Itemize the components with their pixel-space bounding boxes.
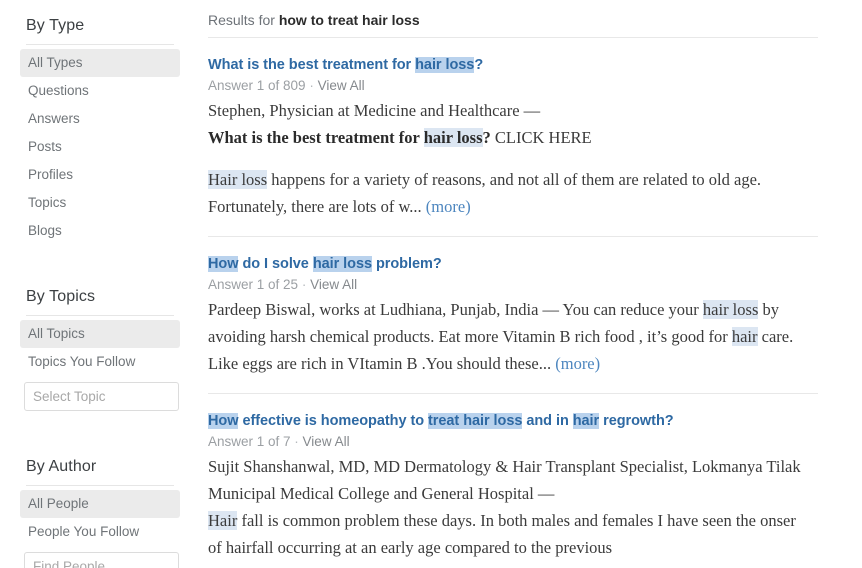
filters-sidebar: By Type All Types Questions Answers Posts Pro… (0, 0, 200, 568)
title-text: do I solve (238, 256, 313, 272)
snippet-text: CLICK HERE (490, 128, 592, 147)
results-list: What is the best treatment for hair loss… (208, 38, 818, 568)
facet-title: By Author (26, 458, 97, 475)
snippet-highlight: Hair (208, 511, 238, 530)
sidebar-item-profiles[interactable]: Profiles (20, 161, 180, 189)
result-title-link[interactable]: How effective is homeopathy to treat hai… (208, 411, 818, 431)
sidebar-item-people-you-follow[interactable]: People You Follow (20, 518, 180, 546)
snippet-text: Pardeep Biswal, works at Ludhiana, Punja… (208, 300, 703, 319)
title-text: and in (522, 413, 573, 429)
title-text: regrowth? (599, 413, 674, 429)
title-highlight: hair loss (312, 256, 372, 272)
title-highlight: treat hair loss (428, 413, 523, 429)
answer-count: Answer 1 of 809 (208, 78, 306, 93)
result-meta: Answer 1 of 7 · View All (208, 432, 818, 453)
snippet-highlight: Hair loss (208, 170, 268, 189)
answer-count: Answer 1 of 25 (208, 277, 299, 292)
facet-section-by-author: By Author All People People You Follow (0, 441, 200, 568)
more-link[interactable]: (more) (555, 354, 600, 373)
sidebar-item-topics-you-follow[interactable]: Topics You Follow (20, 348, 180, 376)
view-all-link[interactable]: View All (318, 78, 365, 93)
facet-title: By Topics (26, 288, 96, 305)
title-highlight: How (208, 256, 239, 272)
snippet-text: What is the best treatment for (208, 128, 424, 147)
view-all-link[interactable]: View All (303, 434, 350, 449)
result-snippet: Stephen, Physician at Medicine and Healt… (208, 97, 808, 220)
sidebar-item-all-types[interactable]: All Types (20, 49, 180, 77)
title-highlight: How (208, 413, 239, 429)
title-text: ? (474, 57, 484, 73)
title-text: problem? (372, 256, 442, 272)
snippet-text: happens for a variety of reasons, and no… (208, 170, 762, 216)
facet-divider (26, 485, 174, 486)
sidebar-item-topics[interactable]: Topics (20, 189, 180, 217)
facet-divider (26, 315, 174, 316)
select-topic-input[interactable] (24, 382, 179, 411)
result-item: How do I solve hair loss problem? Answer … (208, 237, 818, 393)
snippet-text: Sujit Shanshanwal, MD, MD Dermatology & … (208, 457, 801, 503)
facet-section-by-topics: By Topics All Topics Topics You Follow (0, 271, 200, 411)
title-highlight: hair loss (415, 57, 475, 73)
facet-divider (26, 44, 174, 45)
facet-section-by-type: By Type All Types Questions Answers Posts Pro… (0, 0, 200, 245)
meta-separator: · (305, 78, 318, 93)
result-item: What is the best treatment for hair loss… (208, 38, 818, 236)
meta-separator: · (298, 277, 311, 292)
search-query: how to treat hair loss (278, 12, 420, 28)
sidebar-item-questions[interactable]: Questions (20, 77, 180, 105)
sidebar-item-all-topics[interactable]: All Topics (20, 320, 180, 348)
title-highlight: hair (572, 413, 600, 429)
search-results-page: By Type All Types Questions Answers Posts Pro… (0, 0, 862, 568)
result-snippet: Pardeep Biswal, works at Ludhiana, Punja… (208, 296, 808, 377)
results-header: Results for how to treat hair loss (208, 0, 818, 37)
snippet-highlight: hair loss (423, 128, 483, 147)
result-title-link[interactable]: How do I solve hair loss problem? (208, 254, 818, 274)
snippet-text: Stephen, Physician at Medicine and Healt… (208, 101, 541, 120)
results-header-prefix: Results for (208, 12, 279, 28)
more-link[interactable]: (more) (426, 197, 471, 216)
title-text: What is the best treatment for (208, 57, 416, 73)
result-meta: Answer 1 of 809 · View All (208, 76, 818, 97)
snippet-highlight: hair loss (702, 300, 759, 319)
sidebar-item-all-people[interactable]: All People (20, 490, 180, 518)
snippet-highlight: hair (731, 327, 758, 346)
meta-separator: · (290, 434, 303, 449)
result-title-link[interactable]: What is the best treatment for hair loss… (208, 55, 818, 75)
find-people-input[interactable] (24, 552, 179, 568)
view-all-link[interactable]: View All (310, 277, 357, 292)
snippet-paragraph: Hair loss happens for a variety of reaso… (208, 166, 808, 220)
result-item: How effective is homeopathy to treat hai… (208, 394, 818, 568)
results-column: Results for how to treat hair loss What … (200, 0, 862, 568)
title-text: effective is homeopathy to (238, 413, 429, 429)
answer-count: Answer 1 of 7 (208, 434, 291, 449)
result-snippet: Sujit Shanshanwal, MD, MD Dermatology & … (208, 453, 808, 561)
sidebar-item-posts[interactable]: Posts (20, 133, 180, 161)
result-meta: Answer 1 of 25 · View All (208, 275, 818, 296)
facet-title: By Type (26, 17, 85, 34)
sidebar-item-blogs[interactable]: Blogs (20, 217, 180, 245)
snippet-text: ? (482, 128, 491, 147)
snippet-text: fall is common problem these days. In bo… (208, 511, 796, 557)
sidebar-item-answers[interactable]: Answers (20, 105, 180, 133)
